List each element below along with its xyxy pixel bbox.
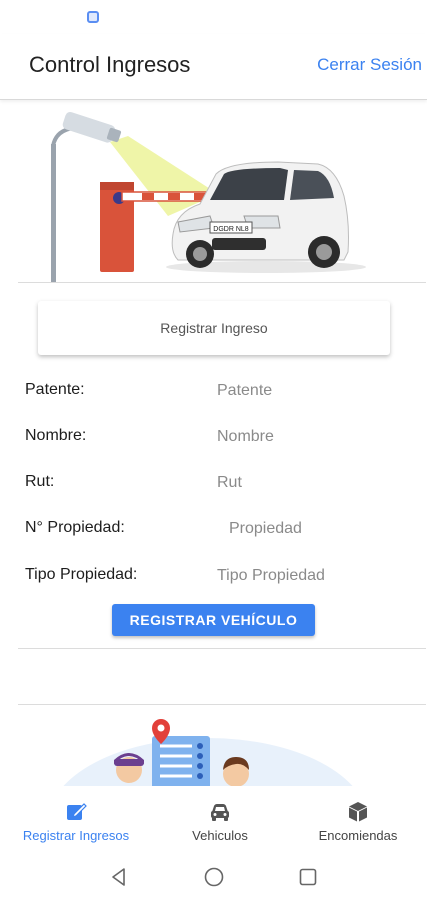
form-row-rut: Rut: bbox=[0, 468, 427, 498]
nav-label: Encomiendas bbox=[318, 828, 398, 843]
tipo-propiedad-input[interactable] bbox=[217, 562, 407, 590]
nombre-input[interactable] bbox=[217, 423, 407, 451]
nav-encomiendas[interactable]: Encomiendas bbox=[303, 786, 413, 852]
nav-label: Vehiculos bbox=[192, 828, 248, 843]
form-row-propiedad: N° Propiedad: bbox=[0, 514, 427, 544]
rut-input[interactable] bbox=[217, 469, 407, 497]
tipo-propiedad-label: Tipo Propiedad: bbox=[25, 566, 138, 583]
license-plate-text: DGDR NL8 bbox=[213, 226, 249, 233]
form-row-nombre: Nombre: bbox=[0, 422, 427, 452]
home-icon[interactable] bbox=[203, 866, 225, 888]
system-nav-bar bbox=[0, 852, 427, 900]
form-row-patente: Patente: bbox=[0, 376, 427, 406]
logout-link[interactable]: Cerrar Sesión bbox=[317, 55, 422, 75]
propiedad-label: N° Propiedad: bbox=[25, 519, 125, 536]
app-header: Control Ingresos Cerrar Sesión bbox=[0, 34, 427, 100]
divider bbox=[18, 282, 426, 283]
nav-registrar-ingresos[interactable]: Registrar Ingresos bbox=[10, 786, 142, 852]
delivery-illustration bbox=[18, 712, 426, 788]
register-vehicle-button[interactable]: REGISTRAR VEHÍCULO bbox=[112, 604, 315, 636]
notification-icon bbox=[87, 11, 99, 23]
back-icon[interactable] bbox=[108, 866, 130, 888]
page-title: Control Ingresos bbox=[29, 52, 191, 77]
car-icon bbox=[211, 804, 229, 821]
register-entry-card[interactable]: Registrar Ingreso bbox=[38, 301, 390, 355]
package-icon bbox=[349, 802, 367, 822]
recents-icon[interactable] bbox=[297, 866, 319, 888]
divider bbox=[18, 648, 426, 649]
parking-barrier-illustration: DGDR NL8 bbox=[18, 104, 426, 282]
patente-label: Patente: bbox=[25, 381, 85, 398]
bottom-nav: Registrar Ingresos Vehiculos Encomiendas bbox=[0, 786, 427, 852]
patente-input[interactable] bbox=[217, 377, 407, 405]
propiedad-input[interactable] bbox=[229, 515, 407, 543]
nav-vehiculos[interactable]: Vehiculos bbox=[170, 786, 270, 852]
nombre-label: Nombre: bbox=[25, 427, 87, 444]
nav-label: Registrar Ingresos bbox=[22, 828, 130, 843]
divider bbox=[18, 704, 426, 705]
edit-icon bbox=[67, 803, 87, 820]
rut-label: Rut: bbox=[25, 473, 55, 490]
status-bar bbox=[0, 0, 427, 34]
form-row-tipo-propiedad: Tipo Propiedad: bbox=[0, 561, 427, 591]
